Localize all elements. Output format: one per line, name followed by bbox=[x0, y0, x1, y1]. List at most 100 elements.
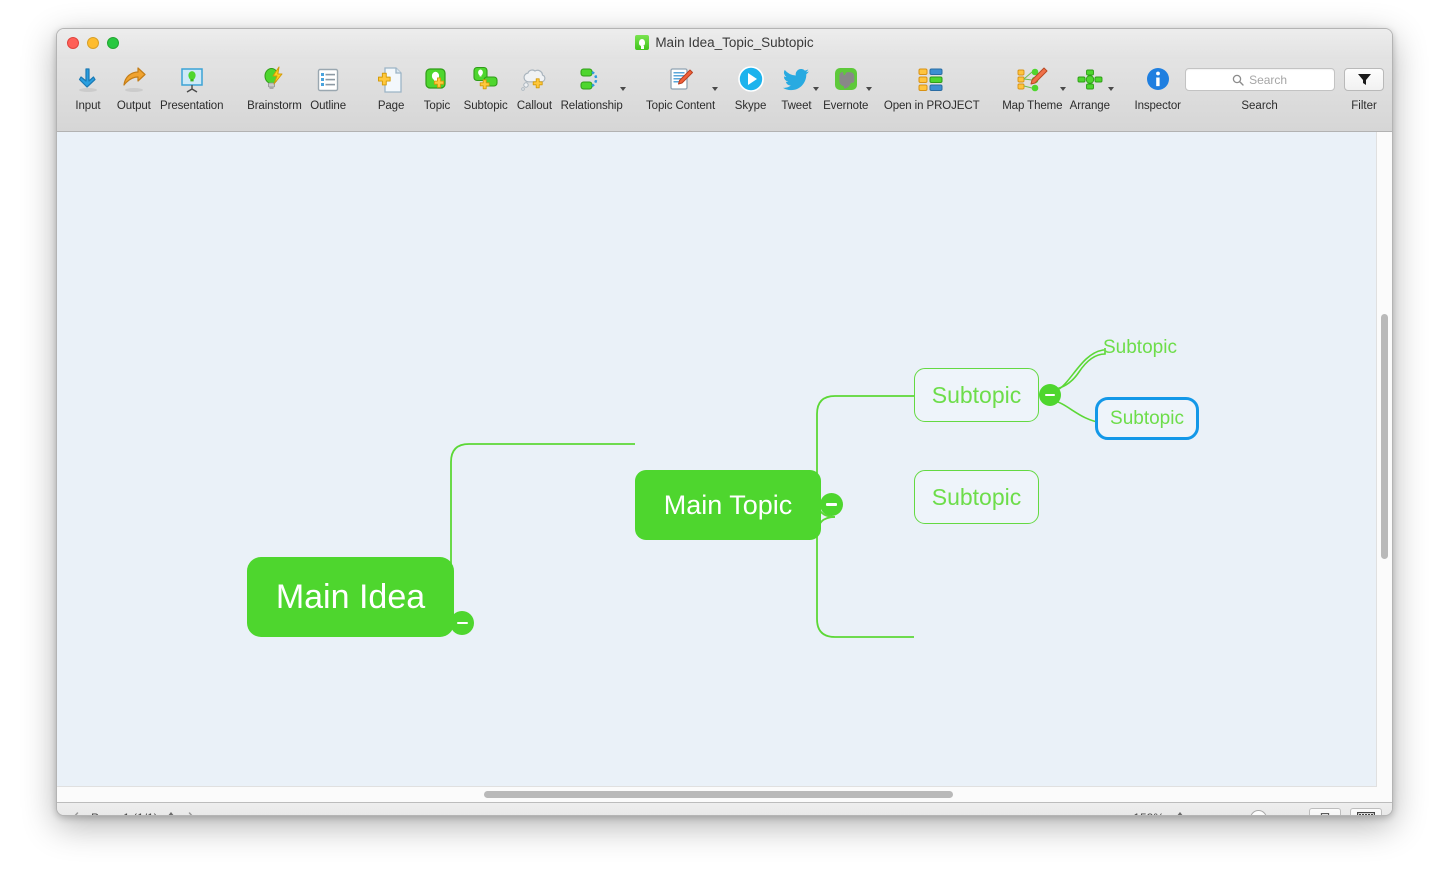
toolbar-label: Inspector bbox=[1134, 100, 1181, 112]
toolbar-item-subtopic[interactable]: Subtopic bbox=[460, 59, 512, 112]
outline-list-icon bbox=[309, 63, 347, 97]
filter-button[interactable] bbox=[1344, 68, 1385, 91]
evernote-elephant-icon bbox=[827, 63, 865, 97]
toolbar-item-relationship[interactable]: Relationship bbox=[557, 59, 626, 112]
chevron-down-icon[interactable] bbox=[712, 87, 719, 91]
zoom-slider-knob[interactable] bbox=[1250, 810, 1268, 815]
mindmap-node-subtopic-1[interactable]: Subtopic bbox=[914, 368, 1039, 422]
toolbar-item-outline[interactable]: Outline bbox=[305, 59, 351, 112]
toolbar-item-callout[interactable]: Callout bbox=[511, 59, 557, 112]
note-pencil-icon bbox=[662, 63, 700, 97]
info-circle-icon bbox=[1139, 63, 1177, 97]
toolbar-item-topic[interactable]: Topic bbox=[414, 59, 460, 112]
toolbar-item-brainstorm[interactable]: Brainstorm bbox=[244, 59, 306, 112]
vertical-scrollbar[interactable] bbox=[1376, 132, 1392, 802]
page-stepper[interactable] bbox=[164, 812, 178, 815]
toolbar-label: Callout bbox=[516, 100, 552, 112]
mindmap-node-subtopic-1b-selected[interactable]: Subtopic bbox=[1095, 397, 1199, 440]
filmstrip-view-icon bbox=[1357, 811, 1375, 815]
document-title-text: Main Idea_Topic_Subtopic bbox=[655, 35, 814, 50]
toolbar-item-topic-content[interactable]: Topic Content bbox=[643, 59, 719, 112]
green-bulb-icon bbox=[635, 35, 650, 50]
toolbar-label: Open in PROJECT bbox=[883, 100, 980, 112]
page-view-button[interactable] bbox=[1309, 807, 1341, 815]
funnel-filter-icon bbox=[1357, 74, 1371, 85]
toolbar-label: Relationship bbox=[560, 100, 623, 112]
main-toolbar: Input Output Presentation Brainstorm Out… bbox=[57, 59, 1392, 132]
page-view-icon bbox=[1315, 812, 1335, 815]
map-theme-brush-icon bbox=[1013, 63, 1051, 97]
toolbar-item-presentation[interactable]: Presentation bbox=[157, 59, 227, 112]
lightbulb-bolt-icon bbox=[255, 63, 293, 97]
toolbar-item-inspector[interactable]: Inspector bbox=[1131, 59, 1185, 112]
toolbar-item-tweet[interactable]: Tweet bbox=[773, 59, 820, 112]
collapse-toggle-main-topic[interactable] bbox=[820, 493, 843, 516]
search-group-label: Search bbox=[1241, 100, 1278, 112]
toolbar-label: Outline bbox=[310, 100, 347, 112]
toolbar-label: Tweet bbox=[781, 100, 812, 112]
search-placeholder: Search bbox=[1249, 72, 1288, 87]
project-gantt-icon bbox=[913, 63, 951, 97]
node-label: Subtopic bbox=[1110, 407, 1184, 429]
page-plus-icon bbox=[372, 63, 410, 97]
node-label: Subtopic bbox=[931, 381, 1022, 408]
mindmap-node-subtopic-1a[interactable]: Subtopic bbox=[1103, 334, 1199, 362]
toolbar-item-page[interactable]: Page bbox=[368, 59, 414, 112]
collapse-toggle-main-idea[interactable] bbox=[450, 611, 474, 635]
zoom-stepper[interactable] bbox=[1173, 812, 1187, 815]
mindmap-canvas[interactable]: Main Idea Main Topic Subtopic Subtopic S… bbox=[57, 132, 1392, 802]
toolbar-label: Map Theme bbox=[1002, 100, 1063, 112]
presentation-screen-icon bbox=[173, 63, 211, 97]
search-magnifier-icon bbox=[1232, 74, 1244, 86]
search-input[interactable]: Search bbox=[1184, 68, 1335, 91]
collapse-toggle-subtopic-1[interactable] bbox=[1039, 384, 1061, 406]
toolbar-filter-group: Filter bbox=[1344, 59, 1385, 112]
app-window: Main Idea_Topic_Subtopic Input Output Pr… bbox=[56, 28, 1393, 816]
node-label: Main Idea bbox=[275, 577, 426, 616]
mindmap-connectors bbox=[450, 348, 1107, 638]
toolbar-label: Subtopic bbox=[463, 100, 508, 112]
chevron-right-icon bbox=[188, 811, 193, 815]
toolbar-item-output[interactable]: Output bbox=[111, 59, 157, 112]
zoom-level-label: 158% bbox=[1133, 811, 1164, 815]
toolbar-label: Arrange bbox=[1069, 100, 1110, 112]
topic-plus-icon bbox=[418, 63, 456, 97]
zoom-slider[interactable] bbox=[1196, 810, 1300, 815]
toolbar-item-map-theme[interactable]: Map Theme bbox=[999, 59, 1066, 112]
export-arrow-icon bbox=[115, 63, 153, 97]
node-label: Subtopic bbox=[1103, 337, 1177, 358]
node-label: Main Topic bbox=[663, 489, 793, 520]
toolbar-search-group: Search Search bbox=[1184, 59, 1335, 112]
toolbar-item-evernote[interactable]: Evernote bbox=[819, 59, 873, 112]
chevron-down-icon[interactable] bbox=[866, 87, 873, 91]
window-titlebar: Main Idea_Topic_Subtopic bbox=[57, 29, 1392, 59]
prev-page-button[interactable] bbox=[65, 807, 85, 815]
mindmap-node-main-idea[interactable]: Main Idea bbox=[247, 557, 454, 637]
twitter-bird-icon bbox=[777, 63, 815, 97]
mindmap-node-subtopic-2[interactable]: Subtopic bbox=[914, 470, 1039, 524]
filmstrip-view-button[interactable] bbox=[1350, 807, 1382, 815]
subtopic-plus-icon bbox=[467, 63, 505, 97]
callout-cloud-plus-icon bbox=[515, 63, 553, 97]
next-page-button[interactable] bbox=[182, 807, 202, 815]
toolbar-item-input[interactable]: Input bbox=[65, 59, 111, 112]
horizontal-scrollbar-thumb[interactable] bbox=[484, 791, 953, 798]
filter-group-label: Filter bbox=[1351, 100, 1377, 112]
relationship-link-icon bbox=[573, 63, 611, 97]
vertical-scrollbar-thumb[interactable] bbox=[1381, 314, 1388, 559]
horizontal-scrollbar[interactable] bbox=[57, 786, 1377, 802]
status-bar-right-controls: 158% bbox=[1133, 807, 1382, 815]
chevron-down-icon[interactable] bbox=[1107, 87, 1114, 91]
toolbar-label: Topic bbox=[423, 100, 451, 112]
toolbar-item-skype[interactable]: Skype bbox=[728, 59, 774, 112]
toolbar-item-open-in-project[interactable]: Open in PROJECT bbox=[882, 59, 982, 112]
toolbar-label: Input bbox=[75, 100, 101, 112]
chevron-down-icon[interactable] bbox=[619, 87, 626, 91]
toolbar-label: Presentation bbox=[160, 100, 224, 112]
toolbar-item-arrange[interactable]: Arrange bbox=[1066, 59, 1114, 112]
arrange-nodes-icon bbox=[1071, 63, 1109, 97]
toolbar-label: Skype bbox=[734, 100, 767, 112]
toolbar-label: Output bbox=[116, 100, 151, 112]
mindmap-node-main-topic[interactable]: Main Topic bbox=[635, 470, 821, 540]
toolbar-label: Topic Content bbox=[646, 100, 716, 112]
